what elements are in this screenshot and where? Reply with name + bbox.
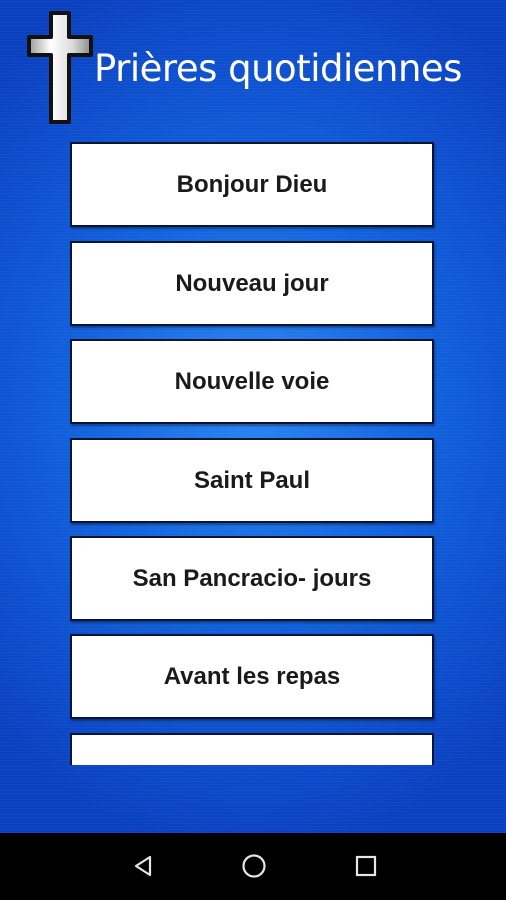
prayer-item-bonjour-dieu[interactable]: Bonjour Dieu: [70, 142, 434, 227]
recents-button[interactable]: [348, 848, 384, 884]
prayer-item-saint-paul[interactable]: Saint Paul: [70, 438, 434, 523]
prayer-item-nouvelle-voie[interactable]: Nouvelle voie: [70, 339, 434, 424]
prayer-label: Saint Paul: [193, 466, 311, 494]
prayer-label: Avant les repas: [163, 662, 341, 690]
home-button[interactable]: [236, 848, 272, 884]
prayer-label: San Pancracio- jours: [132, 564, 372, 592]
prayer-item-nouveau-jour[interactable]: Nouveau jour: [70, 241, 434, 326]
home-icon: [242, 854, 266, 878]
recents-icon: [355, 855, 377, 877]
system-nav-bar: [0, 833, 506, 900]
prayer-item-san-pancracio[interactable]: San Pancracio- jours: [70, 536, 434, 621]
prayer-list: Bonjour Dieu Nouveau jour Nouvelle voie …: [0, 0, 506, 833]
prayer-label: Bonjour Dieu: [176, 170, 328, 198]
app-screen: Prières quotidiennes Bonjour Dieu Nouvea…: [0, 0, 506, 833]
prayer-item-partial[interactable]: [70, 733, 434, 765]
back-button[interactable]: [125, 848, 161, 884]
prayer-item-avant-les-repas[interactable]: Avant les repas: [70, 634, 434, 719]
back-icon: [134, 855, 152, 877]
prayer-label: Nouvelle voie: [174, 367, 330, 395]
prayer-label: Nouveau jour: [175, 269, 329, 297]
